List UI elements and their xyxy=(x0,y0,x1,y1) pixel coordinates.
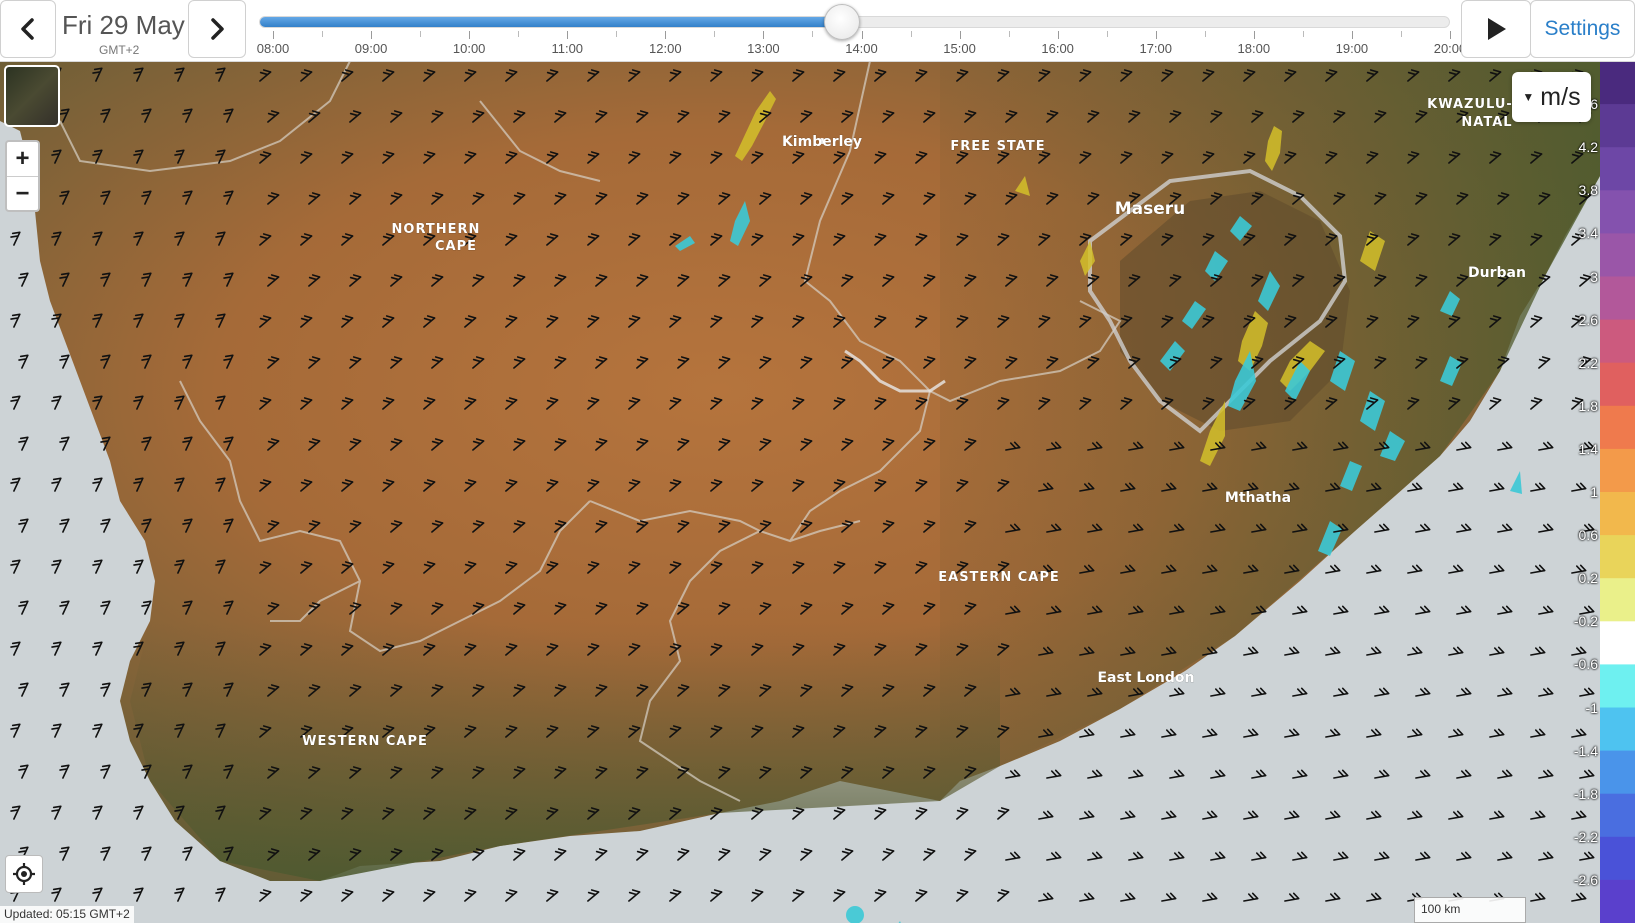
timezone-label: GMT+2 xyxy=(99,43,140,57)
timeline-tick xyxy=(665,31,667,39)
scale-label: 100 km xyxy=(1421,902,1461,916)
caret-down-icon: ▼ xyxy=(1522,90,1535,104)
timeline-minor-tick xyxy=(1106,31,1108,37)
timeline-tick xyxy=(763,31,765,39)
legend-swatch xyxy=(1600,879,1635,923)
timeline-minor-tick xyxy=(910,31,912,37)
timeline-hour-label: 19:00 xyxy=(1335,41,1369,56)
timeline-minor-tick xyxy=(420,31,422,37)
map-canvas[interactable]: Kimberley FREE STATE Maseru NORTHERN CAP… xyxy=(0,61,1600,923)
play-button[interactable] xyxy=(1461,0,1531,58)
timeline-tick xyxy=(1057,31,1059,39)
legend-swatch xyxy=(1600,750,1635,795)
legend-swatch xyxy=(1600,147,1635,191)
timeline-hour-label: 17:00 xyxy=(1139,41,1173,56)
play-icon xyxy=(1488,18,1506,40)
updated-timestamp: Updated: 05:15 GMT+2 xyxy=(0,906,134,923)
timeline-hour-label: 15:00 xyxy=(943,41,976,56)
settings-button[interactable]: Settings xyxy=(1530,0,1635,58)
timeline-tick xyxy=(1351,31,1353,39)
zoom-in-button[interactable]: + xyxy=(7,142,38,177)
legend-swatch xyxy=(1600,362,1635,407)
label-free-state: FREE STATE xyxy=(950,139,1045,154)
zoom-out-button[interactable]: − xyxy=(7,177,38,211)
timeline-tick xyxy=(1450,31,1451,39)
legend-swatch xyxy=(1600,621,1635,665)
timeline-minor-tick xyxy=(1008,31,1010,37)
legend-swatch xyxy=(1600,319,1635,364)
layer-thumbnail-icon[interactable] xyxy=(4,65,60,127)
label-maseru: Maseru xyxy=(1115,199,1186,219)
legend-swatch xyxy=(1600,578,1635,622)
timeline-hour-label: 10:00 xyxy=(452,41,486,56)
legend-swatch xyxy=(1600,61,1635,105)
legend-swatch xyxy=(1600,793,1635,838)
previous-day-button[interactable] xyxy=(0,0,56,58)
timeline-tick xyxy=(1155,31,1157,39)
legend-swatch xyxy=(1600,233,1635,277)
timeline-tick xyxy=(469,31,471,39)
chevron-right-icon xyxy=(211,18,224,40)
label-kwazulu-natal-2: NATAL xyxy=(1461,115,1512,130)
legend-swatch xyxy=(1600,492,1635,536)
timeline-hour-label: 16:00 xyxy=(1041,41,1074,56)
timeline-tick xyxy=(959,31,961,39)
timeline-minor-tick xyxy=(1400,31,1402,37)
current-date: Fri 29 May xyxy=(62,10,185,40)
timeline-hour-label: 11:00 xyxy=(551,41,584,56)
timeline-minor-tick xyxy=(1204,31,1206,37)
legend-swatch xyxy=(1600,276,1635,321)
timeline-hour-label: 13:00 xyxy=(747,41,780,56)
map-scale-bar: 100 km xyxy=(1414,897,1526,923)
chevron-left-icon xyxy=(21,18,34,40)
timeline-tick xyxy=(567,31,569,39)
legend-swatch xyxy=(1600,707,1635,752)
label-northern-cape-1: NORTHERN xyxy=(392,222,481,237)
legend-swatch xyxy=(1600,448,1635,493)
label-northern-cape-2: CAPE xyxy=(435,239,477,254)
timeline-minor-tick xyxy=(1302,31,1304,37)
timeline-tick xyxy=(861,31,863,39)
timeline-minor-tick xyxy=(714,31,716,37)
legend-swatch xyxy=(1600,405,1635,450)
next-day-button[interactable] xyxy=(188,0,246,58)
label-kwazulu-natal-1: KWAZULU- xyxy=(1427,97,1513,112)
label-western-cape: WESTERN CAPE xyxy=(302,734,428,749)
label-kimberley: Kimberley xyxy=(782,134,862,150)
label-durban: Durban xyxy=(1468,265,1526,281)
legend-swatch xyxy=(1600,535,1635,579)
timeline-minor-tick xyxy=(616,31,618,37)
timeline-tick xyxy=(1253,31,1255,39)
legend-swatch xyxy=(1600,104,1635,148)
timeline-hour-label: 14:00 xyxy=(845,41,878,56)
legend-swatch xyxy=(1600,190,1635,234)
timeline-hour-label: 12:00 xyxy=(649,41,682,56)
timeline-tick xyxy=(371,31,373,39)
units-label: m/s xyxy=(1540,82,1581,111)
label-east-london: East London xyxy=(1097,670,1194,686)
label-mthatha: Mthatha xyxy=(1225,490,1291,506)
timeline-tick xyxy=(273,31,274,39)
legend-swatch xyxy=(1600,836,1635,881)
label-eastern-cape: EASTERN CAPE xyxy=(938,570,1059,585)
timeline-hour-label: 08:00 xyxy=(256,41,290,56)
locate-target-icon xyxy=(13,863,35,885)
units-selector[interactable]: ▼ m/s xyxy=(1512,72,1591,122)
timeline-minor-tick xyxy=(518,31,520,37)
timeline-minor-tick xyxy=(812,31,814,37)
timeline-progress-fill xyxy=(260,17,841,27)
zoom-control: + − xyxy=(5,140,40,212)
timeline-hour-label: 18:00 xyxy=(1237,41,1271,56)
color-legend xyxy=(1600,61,1635,923)
timeline-minor-tick xyxy=(322,31,324,37)
locate-button[interactable] xyxy=(5,855,43,893)
top-toolbar: Fri 29 May GMT+2 08:00 09:00 10:00 11:00 12:… xyxy=(0,0,1635,62)
timeline-hour-label: 09:00 xyxy=(354,41,388,56)
legend-swatch xyxy=(1600,664,1635,708)
timeline-hour-axis: 08:00 09:00 10:00 11:00 12:00 13:00 14:00 15:00… xyxy=(256,28,1466,58)
